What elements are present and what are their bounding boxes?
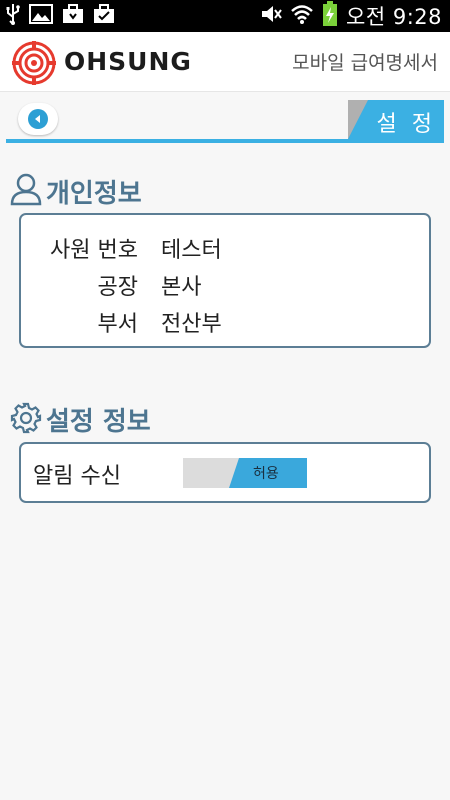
info-row-employee-number: 사원 번호 테스터 xyxy=(21,232,421,263)
toggle-label: 허용 xyxy=(253,466,279,482)
personal-title: 개인정보 xyxy=(46,178,142,209)
bag-icon xyxy=(62,4,84,28)
nav-underline xyxy=(6,139,444,143)
brand-name: OHSUNG xyxy=(64,47,192,76)
wifi-icon xyxy=(290,3,314,29)
back-arrow-icon xyxy=(28,109,48,129)
app-header: OHSUNG 모바일 급여명세서 xyxy=(0,32,450,92)
employee-number-label: 사원 번호 xyxy=(50,238,138,263)
battery-charging-icon xyxy=(322,1,338,31)
employee-number-value: 테스터 xyxy=(161,238,222,263)
factory-label: 공장 xyxy=(97,275,138,300)
status-system: 오전 9:28 xyxy=(260,1,442,31)
back-button[interactable] xyxy=(18,103,58,135)
mute-icon xyxy=(260,3,282,29)
department-value: 전산부 xyxy=(161,312,222,337)
image-icon xyxy=(29,4,53,28)
usb-icon xyxy=(6,3,20,29)
factory-value: 본사 xyxy=(161,275,202,300)
department-label: 부서 xyxy=(97,312,138,337)
status-time: 오전 9:28 xyxy=(346,5,442,29)
info-row-factory: 공장 본사 xyxy=(21,269,421,300)
notification-toggle[interactable]: 허용 xyxy=(183,458,307,488)
status-notifications xyxy=(6,4,115,28)
notification-label: 알림 수신 xyxy=(33,464,121,489)
person-icon xyxy=(10,172,42,210)
app-title: 모바일 급여명세서 xyxy=(292,52,438,74)
settings-title: 설정 정보 xyxy=(46,407,151,437)
gear-icon xyxy=(10,402,42,438)
bag-check-icon xyxy=(93,4,115,28)
settings-tab[interactable]: 설 정 xyxy=(348,100,444,139)
info-row-department: 부서 전산부 xyxy=(21,306,421,337)
nav-row: 설 정 xyxy=(6,97,444,145)
personal-section-title: 개인정보 xyxy=(10,172,142,210)
ohsung-logo xyxy=(12,41,56,85)
personal-info-card: 사원 번호 테스터 공장 본사 부서 전산부 xyxy=(19,213,431,348)
settings-tab-label: 설 정 xyxy=(376,112,436,137)
settings-info-card: 알림 수신 허용 xyxy=(19,442,431,503)
status-bar: 오전 9:28 xyxy=(0,0,450,32)
settings-section-title: 설정 정보 xyxy=(10,401,151,438)
